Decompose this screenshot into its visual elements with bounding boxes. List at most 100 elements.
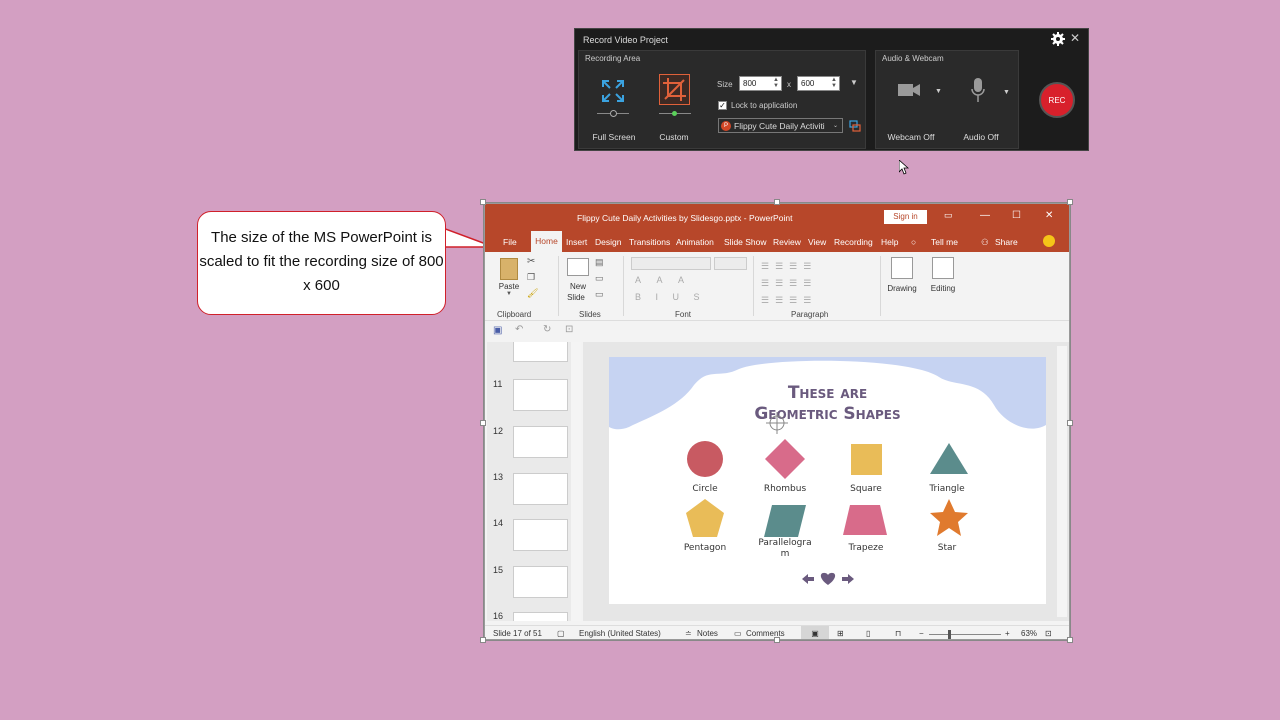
app-select[interactable]: P Flippy Cute Daily Activiti ⌄ (718, 118, 843, 133)
copy-icon[interactable]: ❐ (527, 272, 535, 283)
resize-handle[interactable] (480, 420, 486, 426)
size-preset-dropdown-icon[interactable]: ▼ (850, 78, 858, 87)
resize-handle[interactable] (1067, 637, 1073, 643)
drawing-button[interactable]: Drawing (882, 284, 922, 293)
tab-slide-show[interactable]: Slide Show (724, 237, 767, 247)
parallelogram-shape[interactable] (764, 505, 806, 537)
heart-icon[interactable] (820, 572, 836, 585)
rhombus-shape[interactable] (765, 439, 805, 479)
tab-design[interactable]: Design (595, 237, 621, 247)
notes-button[interactable]: Notes (697, 629, 718, 638)
spellcheck-icon[interactable]: ▢ (557, 629, 565, 638)
ribbon-display-icon[interactable]: ▭ (944, 210, 953, 221)
slide-thumbnail[interactable] (513, 566, 568, 598)
font-size-select[interactable] (714, 257, 747, 270)
share-button[interactable]: Share (995, 237, 1018, 247)
close-icon[interactable]: ✕ (1070, 31, 1080, 45)
arrow-left-icon[interactable] (802, 574, 814, 584)
paste-icon[interactable] (500, 258, 518, 280)
width-input[interactable]: 800 ▲ ▼ (739, 76, 782, 91)
tab-recording[interactable]: Recording (834, 237, 873, 247)
comments-icon[interactable]: ▭ (734, 629, 742, 638)
notes-icon[interactable]: ≐ (685, 629, 692, 638)
slide-thumbnail[interactable] (513, 379, 568, 411)
resize-handle[interactable] (480, 199, 486, 205)
minimize-icon[interactable]: — (980, 210, 990, 221)
editing-icon[interactable] (932, 257, 954, 279)
new-slide-icon[interactable] (567, 258, 589, 276)
reading-view-icon[interactable]: ▯ (866, 629, 870, 638)
webcam-dropdown-icon[interactable]: ▼ (935, 88, 942, 95)
format-painter-icon[interactable]: 🖌 (527, 288, 538, 299)
layout-icon[interactable]: ▤ (595, 257, 604, 268)
vertical-scrollbar[interactable] (1057, 346, 1067, 617)
slide-thumbnail[interactable] (513, 473, 568, 505)
slide-thumbnail[interactable] (513, 612, 568, 621)
tab-transitions[interactable]: Transitions (629, 237, 670, 247)
section-icon[interactable]: ▭ (595, 289, 604, 300)
tab-file[interactable]: File (503, 237, 517, 247)
full-screen-slider-knob[interactable] (610, 110, 617, 117)
zoom-out-icon[interactable]: − (919, 629, 924, 638)
sign-in-button[interactable]: Sign in (884, 210, 927, 224)
redo-icon[interactable]: ↻ (543, 324, 551, 335)
slideshow-view-icon[interactable]: ⊓ (895, 629, 901, 638)
resize-handle[interactable] (480, 637, 486, 643)
trapeze-shape[interactable] (843, 505, 887, 535)
reset-icon[interactable]: ▭ (595, 273, 604, 284)
resize-handle[interactable] (1067, 199, 1073, 205)
font-format-buttons[interactable]: A A A (635, 275, 691, 285)
paragraph-buttons[interactable]: ☰☰☰☰ ☰☰☰☰ ☰☰☰☰ (761, 258, 856, 306)
star-shape[interactable] (930, 499, 968, 536)
triangle-shape[interactable] (930, 443, 968, 474)
audio-dropdown-icon[interactable]: ▼ (1003, 89, 1010, 96)
paste-label[interactable]: Paste (495, 282, 523, 291)
fit-slide-icon[interactable]: ⊡ (1045, 629, 1052, 638)
spin-arrows-icon[interactable]: ▲ ▼ (773, 77, 779, 89)
language-indicator[interactable]: English (United States) (579, 629, 661, 638)
smiley-icon[interactable] (1043, 235, 1055, 247)
circle-shape[interactable] (687, 441, 723, 477)
webcam-icon[interactable] (898, 83, 920, 97)
square-shape[interactable] (851, 444, 882, 475)
present-icon[interactable]: ⊡ (565, 324, 573, 335)
tell-me-search[interactable]: Tell me (931, 237, 958, 247)
microphone-icon[interactable] (971, 78, 985, 104)
thumbnail-scrollbar[interactable] (571, 342, 581, 621)
chevron-down-icon[interactable]: ▼ (506, 291, 512, 297)
normal-view-icon[interactable]: ▣ (801, 626, 829, 639)
tab-help[interactable]: Help (881, 237, 898, 247)
custom-slider-knob[interactable] (672, 111, 677, 116)
close-icon[interactable]: ✕ (1045, 210, 1053, 221)
record-button[interactable]: REC (1039, 82, 1075, 118)
resize-handle[interactable] (1067, 420, 1073, 426)
arrow-right-icon[interactable] (842, 574, 854, 584)
slide-thumbnail[interactable] (513, 519, 568, 551)
full-screen-icon[interactable] (601, 79, 625, 103)
zoom-level[interactable]: 63% (1021, 629, 1037, 638)
resize-handle[interactable] (774, 199, 780, 205)
tab-review[interactable]: Review (773, 237, 801, 247)
pentagon-shape[interactable] (686, 499, 724, 537)
zoom-in-icon[interactable]: + (1005, 629, 1010, 638)
tab-view[interactable]: View (808, 237, 826, 247)
new-slide-label-2[interactable]: Slide (563, 293, 589, 302)
swap-window-icon[interactable] (849, 120, 861, 132)
new-slide-label[interactable]: New (565, 282, 591, 291)
font-style-buttons[interactable]: B I U S (635, 292, 706, 302)
spin-arrows-icon[interactable]: ▲ ▼ (831, 77, 837, 89)
lock-checkbox[interactable]: ✓ (718, 101, 727, 110)
tab-home[interactable]: Home (531, 231, 562, 252)
tab-animation[interactable]: Animation (676, 237, 714, 247)
save-icon[interactable]: ▣ (493, 325, 502, 336)
zoom-slider[interactable] (929, 634, 1001, 635)
gear-icon[interactable] (1051, 32, 1065, 46)
drawing-icon[interactable] (891, 257, 913, 279)
height-input[interactable]: 600 ▲ ▼ (797, 76, 840, 91)
tab-insert[interactable]: Insert (566, 237, 587, 247)
slide-canvas[interactable]: These are Geometric Shapes Circle Rhombu… (609, 357, 1046, 604)
resize-handle[interactable] (774, 637, 780, 643)
slide-thumbnail[interactable] (513, 426, 568, 458)
maximize-icon[interactable]: ☐ (1012, 210, 1021, 221)
custom-mode-button[interactable] (659, 74, 690, 105)
